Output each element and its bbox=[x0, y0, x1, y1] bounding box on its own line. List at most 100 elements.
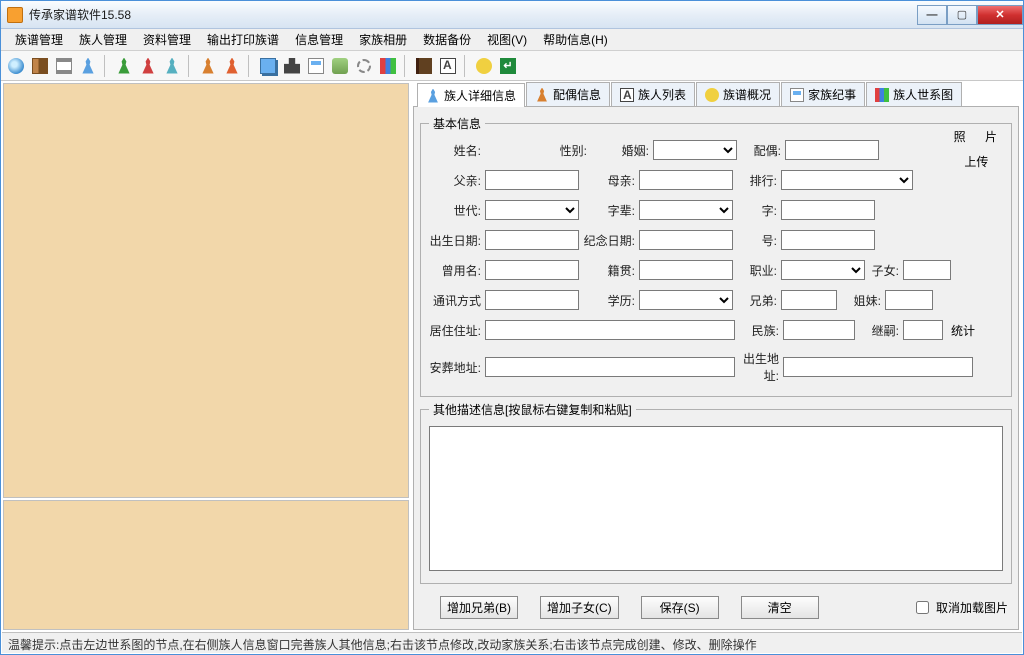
birth-input[interactable] bbox=[485, 230, 579, 250]
tab-events[interactable]: 家族纪事 bbox=[781, 82, 865, 106]
education-select[interactable] bbox=[639, 290, 733, 310]
native-input[interactable] bbox=[639, 260, 733, 280]
menu-genealogy[interactable]: 族谱管理 bbox=[7, 29, 71, 50]
photo-label: 照 片 bbox=[948, 128, 1005, 145]
brothers-input[interactable] bbox=[781, 290, 837, 310]
heir-input[interactable] bbox=[903, 320, 943, 340]
tb-user[interactable] bbox=[77, 55, 99, 77]
window-titlebar: 传承家谱软件15.58 bbox=[1, 1, 1023, 29]
tree-panel[interactable] bbox=[3, 83, 409, 498]
job-select[interactable] bbox=[781, 260, 865, 280]
label-rank: 排行: bbox=[737, 172, 777, 189]
tab-detail[interactable]: 族人详细信息 bbox=[417, 83, 525, 107]
user-icon bbox=[80, 58, 96, 74]
mother-input[interactable] bbox=[639, 170, 733, 190]
label-marriage: 婚姻: bbox=[609, 142, 649, 159]
father-input[interactable] bbox=[485, 170, 579, 190]
label-generation: 世代: bbox=[429, 202, 481, 219]
cancel-load-image[interactable]: 取消加载图片 bbox=[912, 598, 1008, 617]
tb-user-del[interactable] bbox=[137, 55, 159, 77]
tb-user-edit[interactable] bbox=[161, 55, 183, 77]
status-text: 温馨提示:点击左边世系图的节点,在右侧族人信息窗口完善族人其他信息;右击该节点修… bbox=[8, 638, 757, 652]
tb-globe[interactable] bbox=[5, 55, 27, 77]
tb-db[interactable] bbox=[329, 55, 351, 77]
menu-info[interactable]: 信息管理 bbox=[287, 29, 351, 50]
birthplace-input[interactable] bbox=[783, 357, 973, 377]
label-father: 父亲: bbox=[429, 172, 481, 189]
tb-users1[interactable] bbox=[197, 55, 219, 77]
generation-select[interactable] bbox=[485, 200, 579, 220]
menu-resource[interactable]: 资料管理 bbox=[135, 29, 199, 50]
menu-album[interactable]: 家族相册 bbox=[351, 29, 415, 50]
font-icon bbox=[620, 88, 634, 102]
bottom-panel[interactable] bbox=[3, 500, 409, 630]
cancel-load-image-checkbox[interactable] bbox=[916, 601, 929, 614]
other-info-textarea[interactable] bbox=[429, 426, 1003, 571]
book-icon bbox=[32, 58, 48, 74]
label-contact: 通讯方式 bbox=[429, 292, 481, 309]
genword-select[interactable] bbox=[639, 200, 733, 220]
menu-print[interactable]: 输出打印族谱 bbox=[199, 29, 287, 50]
menu-backup[interactable]: 数据备份 bbox=[415, 29, 479, 50]
addr-input[interactable] bbox=[485, 320, 735, 340]
burial-input[interactable] bbox=[485, 357, 735, 377]
word-input[interactable] bbox=[781, 200, 875, 220]
tab-spouse[interactable]: 配偶信息 bbox=[526, 82, 610, 106]
tab-overview[interactable]: 族谱概况 bbox=[696, 82, 780, 106]
tb-book2[interactable] bbox=[413, 55, 435, 77]
font-icon bbox=[440, 58, 456, 74]
rank-select[interactable] bbox=[781, 170, 913, 190]
tb-find[interactable] bbox=[281, 55, 303, 77]
upload-button[interactable]: 上传 bbox=[964, 153, 988, 170]
clear-button[interactable]: 清空 bbox=[741, 596, 819, 619]
alias-input[interactable] bbox=[485, 260, 579, 280]
label-name: 姓名: bbox=[429, 142, 481, 159]
tb-bubble[interactable] bbox=[473, 55, 495, 77]
spouse-input[interactable] bbox=[785, 140, 879, 160]
label-native: 籍贯: bbox=[583, 262, 635, 279]
close-button[interactable] bbox=[977, 5, 1023, 25]
tb-list[interactable] bbox=[53, 55, 75, 77]
tb-chart[interactable] bbox=[377, 55, 399, 77]
label-gender: 性别: bbox=[547, 142, 587, 159]
tb-book[interactable] bbox=[29, 55, 51, 77]
children-input[interactable] bbox=[903, 260, 951, 280]
menu-view[interactable]: 视图(V) bbox=[479, 29, 535, 50]
add-child-button[interactable]: 增加子女(C) bbox=[540, 596, 619, 619]
save-button[interactable]: 保存(S) bbox=[641, 596, 719, 619]
label-hao: 号: bbox=[737, 232, 777, 249]
sheet-icon bbox=[790, 88, 804, 102]
label-genword: 字辈: bbox=[583, 202, 635, 219]
tb-users2[interactable] bbox=[221, 55, 243, 77]
label-birth: 出生日期: bbox=[429, 232, 481, 249]
ethnic-input[interactable] bbox=[783, 320, 855, 340]
tb-user-add[interactable] bbox=[113, 55, 135, 77]
marriage-select[interactable] bbox=[653, 140, 737, 160]
contact-input[interactable] bbox=[485, 290, 579, 310]
tb-font[interactable] bbox=[437, 55, 459, 77]
tb-gear[interactable] bbox=[353, 55, 375, 77]
tb-sheet[interactable] bbox=[305, 55, 327, 77]
statusbar: 温馨提示:点击左边世系图的节点,在右侧族人信息窗口完善族人其他信息;右击该节点修… bbox=[2, 632, 1022, 653]
memorial-input[interactable] bbox=[639, 230, 733, 250]
maximize-button[interactable] bbox=[947, 5, 977, 25]
add-brother-button[interactable]: 增加兄弟(B) bbox=[440, 596, 518, 619]
list-icon bbox=[56, 58, 72, 74]
users-icon bbox=[200, 58, 216, 74]
window-title: 传承家谱软件15.58 bbox=[29, 6, 131, 23]
tb-copy[interactable] bbox=[257, 55, 279, 77]
label-spouse: 配偶: bbox=[741, 142, 781, 159]
label-sisters: 姐妹: bbox=[841, 292, 881, 309]
hao-input[interactable] bbox=[781, 230, 875, 250]
menu-member[interactable]: 族人管理 bbox=[71, 29, 135, 50]
binoculars-icon bbox=[284, 58, 300, 74]
tab-lineage[interactable]: 族人世系图 bbox=[866, 82, 962, 106]
label-memorial: 纪念日期: bbox=[583, 232, 635, 249]
tb-green[interactable]: ↵ bbox=[497, 55, 519, 77]
chart-icon bbox=[380, 58, 396, 74]
minimize-button[interactable] bbox=[917, 5, 947, 25]
app-icon bbox=[7, 7, 23, 23]
sisters-input[interactable] bbox=[885, 290, 933, 310]
tab-list[interactable]: 族人列表 bbox=[611, 82, 695, 106]
menu-help[interactable]: 帮助信息(H) bbox=[535, 29, 616, 50]
